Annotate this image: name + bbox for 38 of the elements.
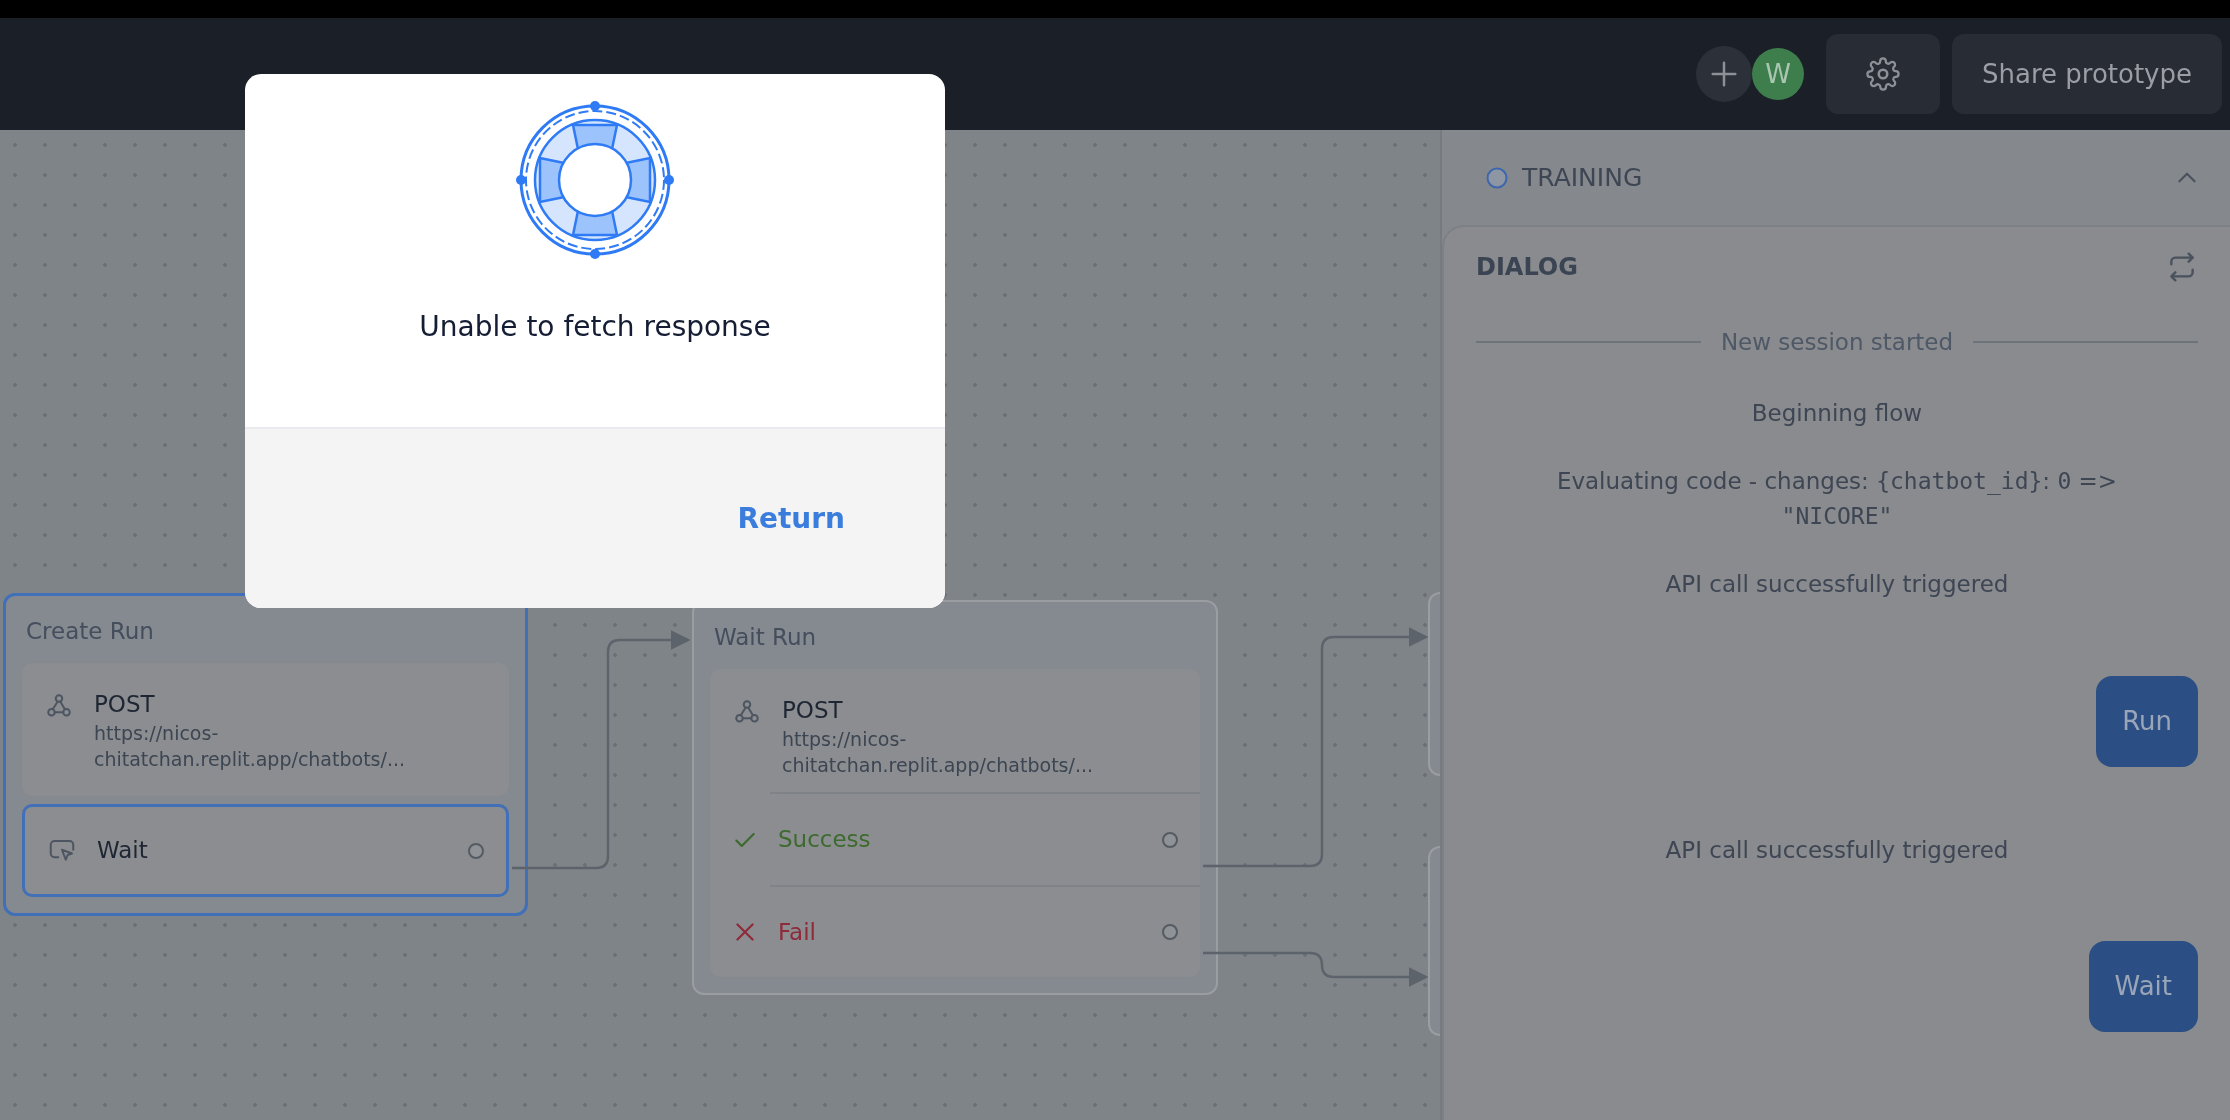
block-title: Create Run bbox=[25, 617, 155, 646]
block-title: Wait Run bbox=[713, 623, 818, 652]
port-dot[interactable] bbox=[468, 842, 484, 859]
method-label: POST bbox=[94, 689, 156, 719]
url-text: https://nicos-chitatchan.replit.app/chatbots/... bbox=[94, 721, 406, 772]
dialog-title: DIALOG bbox=[1476, 252, 1578, 283]
step-card[interactable]: POST https://nicos-chitatchan.replit.app/chatbots/... Success Fail bbox=[710, 668, 1200, 978]
flow-block[interactable]: Create Run POST https://nicos-chitatchan.replit.app/chatbots/... Wait bbox=[3, 593, 528, 916]
plus-icon bbox=[1709, 59, 1739, 89]
user-message-bubble[interactable]: Run bbox=[2096, 675, 2198, 767]
session-divider-text: New session started bbox=[1720, 328, 1954, 357]
step-row[interactable]: POST https://nicos-chitatchan.replit.app/chatbots/... bbox=[22, 662, 509, 797]
step-row[interactable]: Wait bbox=[22, 804, 509, 897]
step-label: Wait bbox=[97, 836, 148, 866]
port-dot[interactable] bbox=[1162, 924, 1178, 941]
system-message: Evaluating code - changes: {chatbot_id}: 0 => "NICORE" bbox=[1555, 467, 2119, 531]
flow-block[interactable]: Wait Run POST https://nicos-chitatchan.replit.app/chatbots/... Success Fail bbox=[692, 600, 1218, 996]
share-button[interactable]: Share prototype bbox=[1952, 34, 2222, 114]
port-dot[interactable] bbox=[1162, 831, 1178, 848]
method-label: POST bbox=[782, 695, 844, 725]
system-message: API call successfully triggered bbox=[1664, 835, 2010, 865]
avatar[interactable]: W bbox=[1752, 48, 1804, 100]
settings-icon bbox=[1866, 57, 1900, 91]
step-label: Success bbox=[778, 825, 871, 855]
add-button[interactable] bbox=[1696, 46, 1752, 102]
return-button[interactable]: Return bbox=[737, 497, 845, 540]
step-row[interactable]: POST https://nicos-chitatchan.replit.app/chatbots/... bbox=[710, 668, 1200, 793]
step-label: Fail bbox=[778, 917, 816, 947]
lifebuoy-icon bbox=[515, 100, 675, 260]
section-title[interactable]: TRAINING bbox=[1522, 158, 1643, 197]
error-message: Unable to fetch response bbox=[419, 309, 771, 345]
step-row[interactable]: Fail bbox=[710, 886, 1200, 978]
system-message: API call successfully triggered bbox=[1664, 570, 2010, 599]
status-circle-icon bbox=[1486, 166, 1508, 189]
user-message-bubble[interactable]: Wait bbox=[2088, 941, 2198, 1032]
system-message: Beginning flow bbox=[1750, 398, 1924, 428]
settings-button[interactable] bbox=[1826, 34, 1940, 114]
url-text: https://nicos-chitatchan.replit.app/chatbots/... bbox=[782, 727, 1094, 778]
